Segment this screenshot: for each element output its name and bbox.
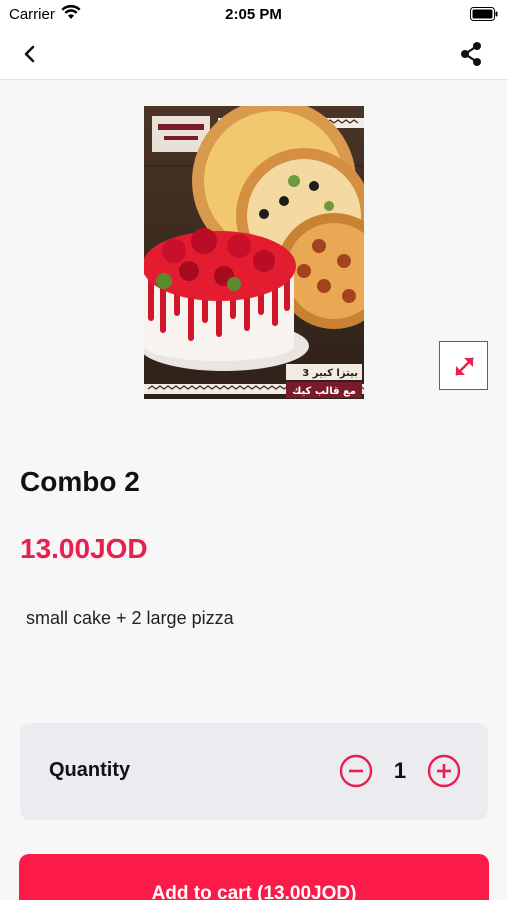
product-title: Combo 2 <box>20 466 140 497</box>
battery-icon <box>470 7 498 21</box>
increase-quantity-icon[interactable] <box>427 754 461 788</box>
status-bar: Carrier 2:05 PM <box>0 0 507 28</box>
quantity-label: Quantity <box>49 759 131 781</box>
back-chevron-icon[interactable] <box>18 42 42 66</box>
add-to-cart-button[interactable]: Add to cart (13.00JOD) <box>19 854 489 900</box>
decrease-quantity-icon[interactable] <box>339 754 373 788</box>
product-photo: 3 بيتزا كبير مع قالب كيك <box>144 106 364 398</box>
product-price: 13.00JOD <box>20 533 148 564</box>
product-image[interactable]: 3 بيتزا كبير مع قالب كيك <box>144 106 364 399</box>
clock: 2:05 PM <box>225 6 282 23</box>
quantity-selector: Quantity 1 <box>20 723 488 820</box>
product-description: small cake + 2 large pizza <box>26 608 234 628</box>
image-caption-line1: 3 بيتزا كبير <box>302 368 358 379</box>
share-icon[interactable] <box>457 40 485 68</box>
expand-arrows-icon <box>455 357 474 376</box>
expand-image-button[interactable] <box>439 341 488 390</box>
image-caption-line2: مع قالب كيك <box>292 386 356 397</box>
navigation-bar <box>0 28 507 80</box>
quantity-value: 1 <box>393 758 407 783</box>
